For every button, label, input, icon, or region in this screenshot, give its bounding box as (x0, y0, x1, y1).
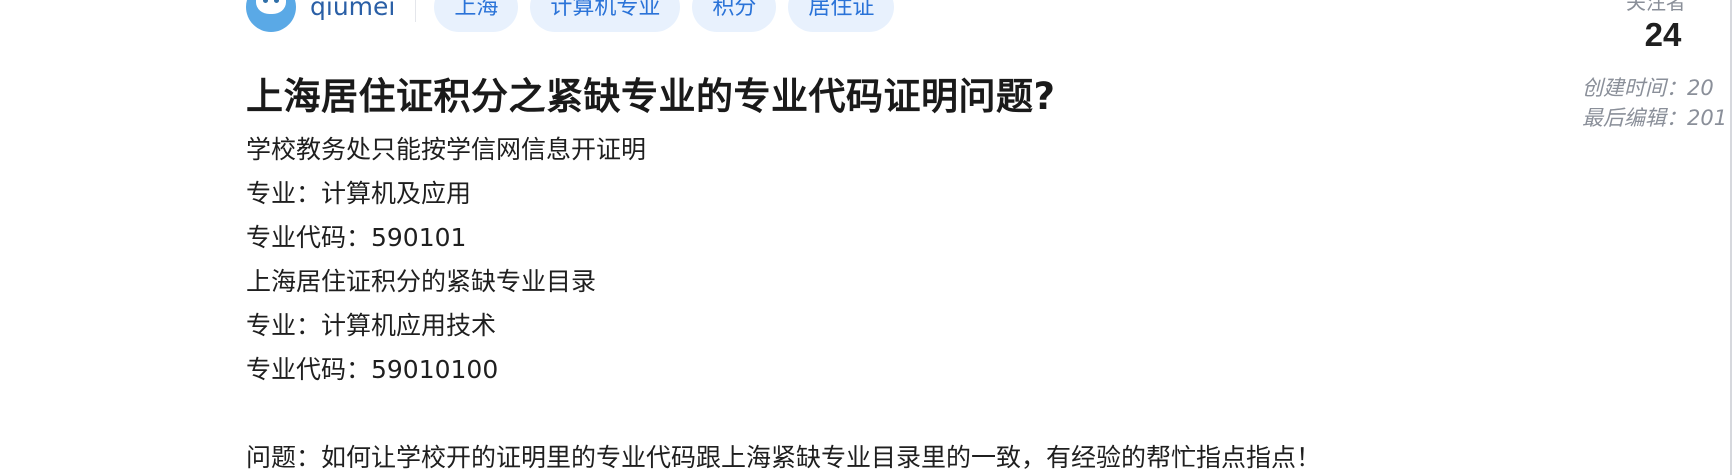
body-line: 专业代码：59010100 (246, 355, 499, 384)
tag-residence-permit[interactable]: 居住证 (788, 0, 895, 32)
tag-points[interactable]: 积分 (692, 0, 777, 32)
followers-label: 关注者 (1626, 0, 1686, 14)
question-body: 学校教务处只能按学信网信息开证明 专业：计算机及应用 专业代码：590101 上… (246, 128, 1321, 475)
body-line: 上海居住证积分的紧缺专业目录 (246, 267, 597, 296)
last-edited-time: 最后编辑：201 (1582, 106, 1728, 130)
created-time: 创建时间：20 (1582, 76, 1714, 100)
header-divider (415, 0, 417, 22)
body-line: 专业代码：590101 (246, 223, 467, 252)
tag-computer-major[interactable]: 计算机专业 (530, 0, 681, 32)
question-line: 问题：如何让学校开的证明里的专业代码跟上海紧缺专业目录里的一致，有经验的帮忙指点… (246, 443, 1322, 472)
question-header: qiumei 上海 计算机专业 积分 居住证 (246, 0, 895, 32)
body-line: 专业：计算机及应用 (246, 179, 472, 208)
body-line: 专业：计算机应用技术 (246, 311, 497, 340)
avatar-face (256, 0, 286, 14)
followers-count[interactable]: 24 (1578, 16, 1732, 54)
tag-shanghai[interactable]: 上海 (434, 0, 519, 32)
body-line: 学校教务处只能按学信网信息开证明 (246, 135, 647, 164)
user-avatar[interactable] (246, 0, 296, 32)
username-link[interactable]: qiumei (310, 0, 395, 32)
question-page: qiumei 上海 计算机专业 积分 居住证 关注者 24 创建时间：20 最后… (0, 0, 1732, 475)
tag-list: 上海 计算机专业 积分 居住证 (434, 0, 895, 32)
question-title: 上海居住证积分之紧缺专业的专业代码证明问题? (246, 75, 1056, 118)
